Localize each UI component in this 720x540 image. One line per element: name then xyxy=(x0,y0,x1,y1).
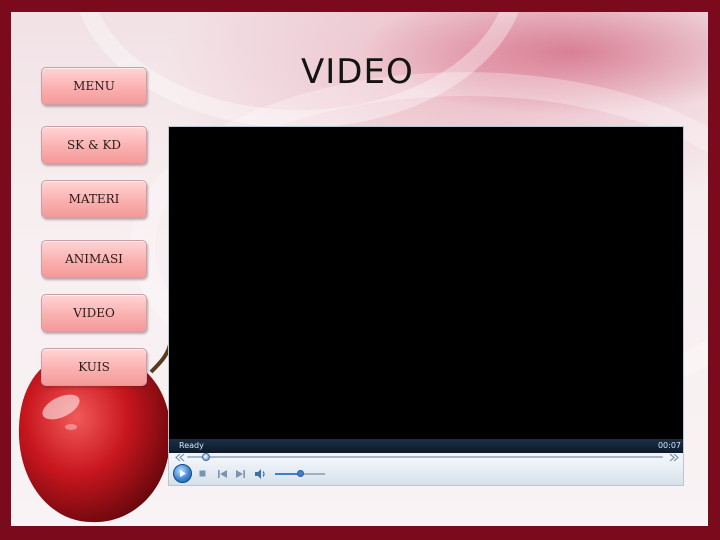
video-screen[interactable] xyxy=(169,127,683,439)
animasi-button[interactable]: ANIMASI xyxy=(41,240,147,278)
video-button[interactable]: VIDEO xyxy=(41,294,147,332)
seek-track[interactable] xyxy=(187,453,663,461)
volume-icon xyxy=(255,468,265,479)
player-status: Ready xyxy=(179,441,204,450)
play-icon xyxy=(180,470,186,477)
menu-button-label: MENU xyxy=(73,79,115,93)
seek-back-icon xyxy=(175,453,185,462)
stop-button[interactable] xyxy=(195,462,209,485)
sk-kd-button-label: SK & KD xyxy=(66,138,122,152)
previous-button[interactable] xyxy=(215,462,229,485)
sk-kd-button[interactable]: SK & KD xyxy=(41,126,147,164)
materi-button-label: MATERI xyxy=(68,192,120,206)
volume-thumb[interactable] xyxy=(296,470,304,477)
seek-bar[interactable] xyxy=(169,453,683,462)
menu-button[interactable]: MENU xyxy=(41,67,147,105)
page-title: VIDEO xyxy=(301,52,414,92)
seek-forward-icon xyxy=(669,453,679,462)
media-player: Ready 00:07 xyxy=(168,126,684,486)
animasi-button-label: ANIMASI xyxy=(65,252,123,266)
player-controls xyxy=(169,462,683,485)
player-time: 00:07 xyxy=(657,441,681,450)
materi-button[interactable]: MATERI xyxy=(41,180,147,218)
play-button[interactable] xyxy=(173,464,192,483)
kuis-button[interactable]: KUIS xyxy=(41,348,147,386)
stop-icon xyxy=(199,470,205,477)
video-button-label: VIDEO xyxy=(73,306,115,320)
kuis-button-label: KUIS xyxy=(78,360,110,374)
previous-icon xyxy=(217,469,227,478)
next-icon xyxy=(235,469,245,478)
seek-thumb[interactable] xyxy=(202,453,211,461)
volume-button[interactable] xyxy=(253,462,269,485)
volume-slider[interactable] xyxy=(275,470,325,477)
slide: VIDEO MENU SK & KD MATERI ANIMASI VIDEO … xyxy=(11,12,708,526)
player-status-bar: Ready 00:07 xyxy=(169,439,683,453)
next-button[interactable] xyxy=(233,462,247,485)
